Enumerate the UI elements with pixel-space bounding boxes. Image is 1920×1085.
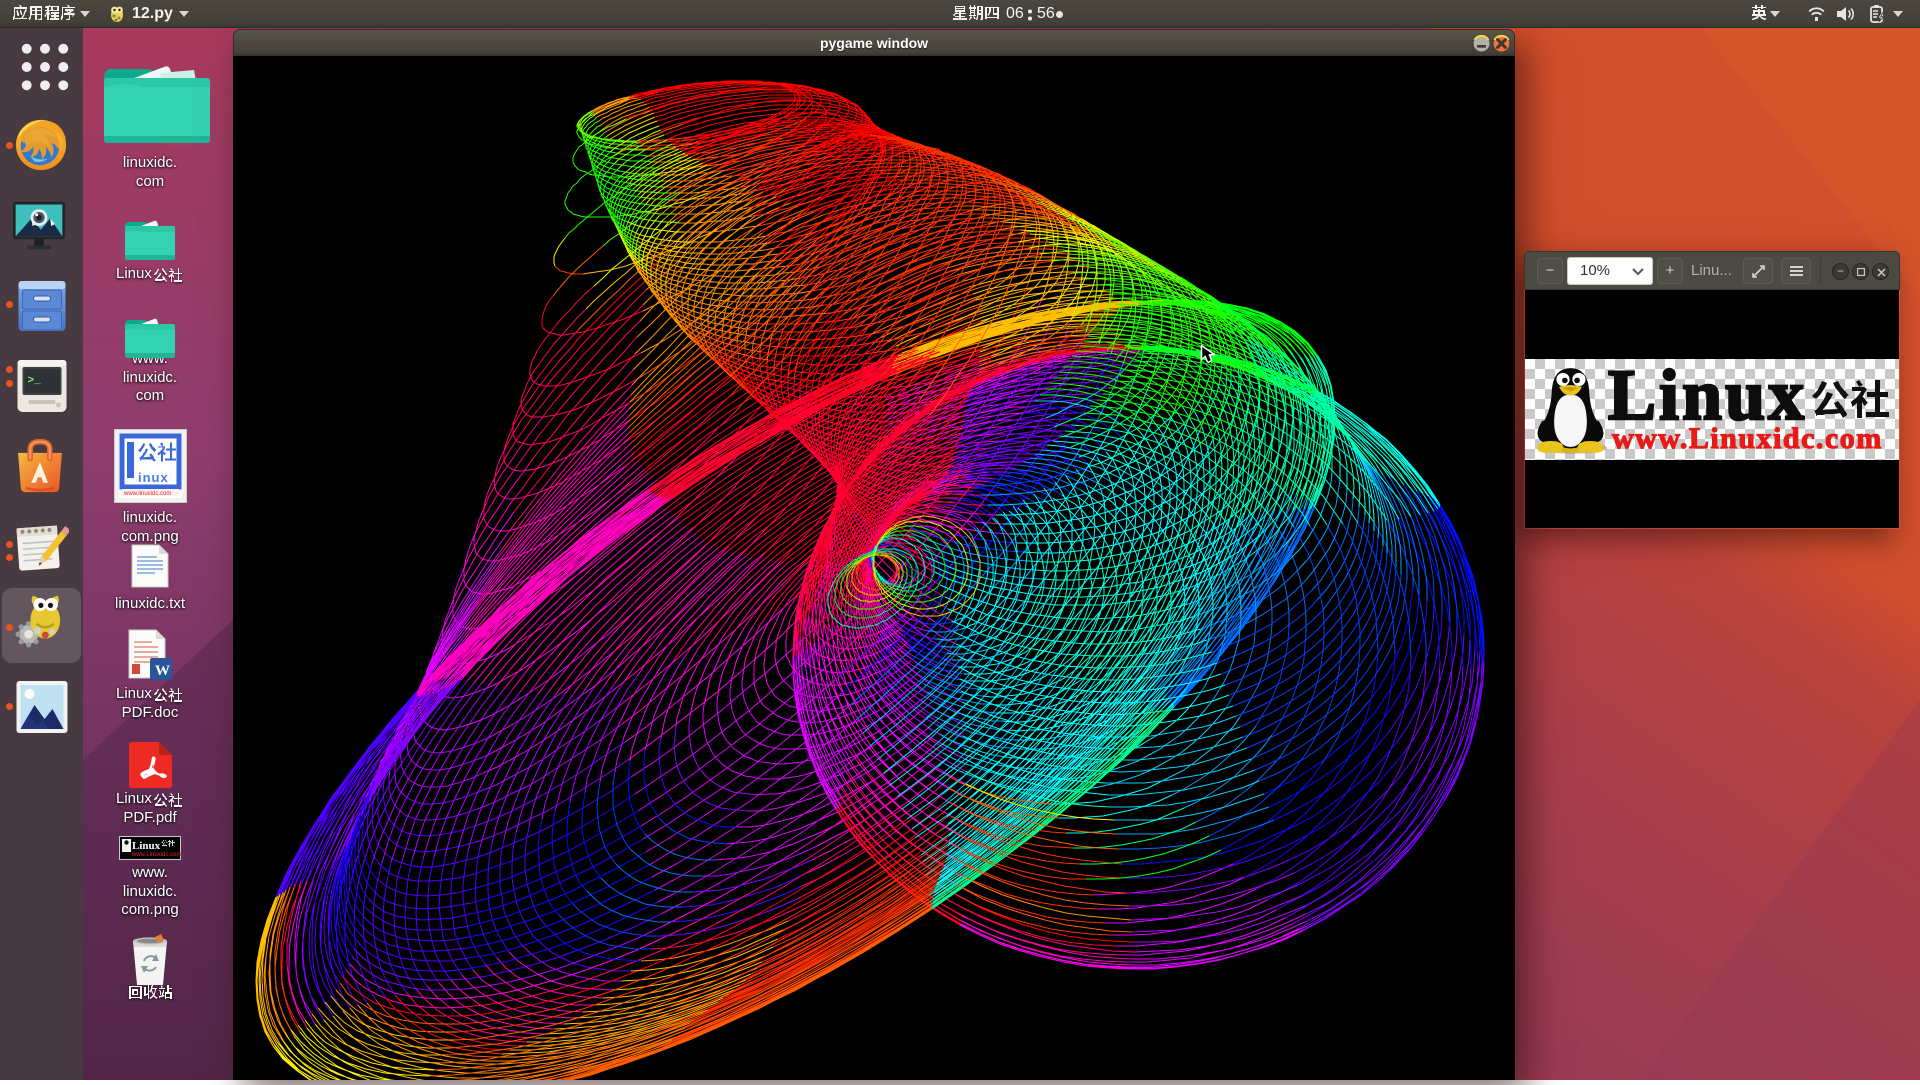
svg-text:>_: >_ xyxy=(28,375,42,387)
svg-text:www.Linuxidc.com: www.Linuxidc.com xyxy=(131,852,181,858)
svg-text:www.linuxidc.com: www.linuxidc.com xyxy=(123,491,171,497)
svg-text:Linux: Linux xyxy=(132,840,161,852)
svg-text:W: W xyxy=(155,663,170,679)
svg-text:inux: inux xyxy=(138,470,169,485)
